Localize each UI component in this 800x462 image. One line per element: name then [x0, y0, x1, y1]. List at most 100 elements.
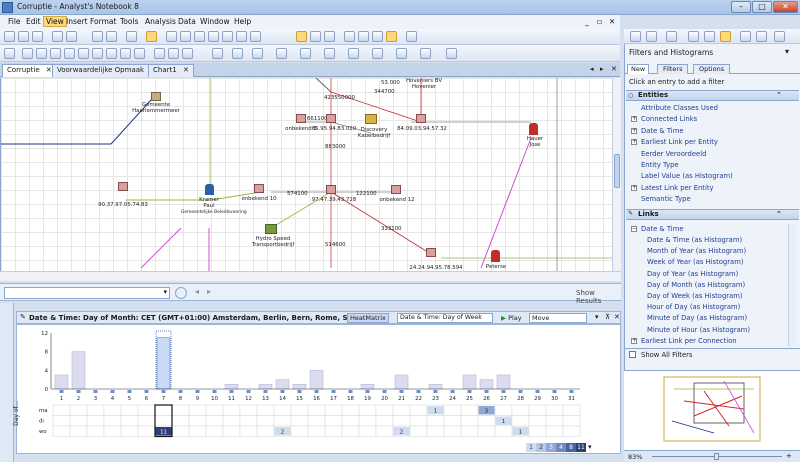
heat-cell[interactable] — [171, 404, 190, 416]
save-icon[interactable] — [32, 31, 43, 42]
truck-icon[interactable] — [265, 224, 277, 234]
tab-close-icon[interactable]: ✕ — [611, 65, 617, 73]
heat-cell[interactable] — [477, 415, 496, 427]
filter-entity-item[interactable]: Connected Links — [641, 115, 697, 123]
heat-cell[interactable] — [290, 425, 309, 437]
heat-cell[interactable] — [256, 404, 275, 416]
show-results-button[interactable]: Show Results — [576, 289, 621, 305]
heat-cell[interactable] — [205, 415, 224, 427]
heat-cell[interactable] — [154, 415, 173, 427]
computer-icon[interactable] — [296, 114, 306, 123]
heat-cell[interactable] — [443, 404, 462, 416]
heat-cell[interactable] — [528, 415, 547, 427]
tab-options[interactable]: Options — [693, 64, 731, 74]
filter-entity-item[interactable]: Date & Time — [641, 127, 684, 135]
collapse-icon[interactable]: ⌃ — [776, 91, 782, 99]
heat-cell[interactable] — [375, 404, 394, 416]
tab-chart1[interactable]: Chart1 ✕ — [148, 64, 194, 77]
circle-icon[interactable] — [22, 48, 33, 59]
histogram-bar[interactable] — [156, 337, 171, 390]
expand-icon[interactable]: + — [631, 139, 637, 146]
expand-icon[interactable]: + — [631, 127, 637, 134]
tab-voorwaardelijke-opmaak[interactable]: Voorwaardelijke Opmaak ✕ — [52, 64, 162, 77]
chevron-down-icon[interactable]: ▾ — [163, 288, 167, 296]
filter-entity-item[interactable]: Eerder Veroordeeld — [641, 150, 706, 158]
heat-cell[interactable] — [562, 425, 581, 437]
histogram-bar[interactable] — [394, 374, 409, 390]
theme-line-icon[interactable] — [50, 48, 61, 59]
filter-link-item[interactable]: Week of Year (as Histogram) — [647, 258, 743, 266]
heat-cell[interactable] — [460, 415, 479, 427]
filter-entity-item[interactable]: Attribute Classes Used — [641, 104, 718, 112]
person-icon[interactable] — [205, 184, 214, 195]
heat-cell[interactable] — [324, 425, 343, 437]
font-icon[interactable] — [420, 48, 431, 59]
heat-cell[interactable] — [494, 404, 513, 416]
cut-icon[interactable] — [126, 31, 137, 42]
histogram-bar[interactable] — [496, 374, 511, 390]
print-icon[interactable] — [52, 31, 63, 42]
align-left-icon[interactable] — [154, 48, 165, 59]
heat-cell[interactable] — [307, 404, 326, 416]
heat-cell[interactable] — [103, 415, 122, 427]
search-input[interactable]: ▾ — [4, 287, 170, 299]
entity-icon[interactable] — [4, 48, 15, 59]
heat-cell[interactable] — [86, 404, 105, 416]
funnel-icon[interactable] — [720, 31, 731, 42]
person-icon[interactable] — [529, 123, 538, 135]
computer-icon[interactable] — [118, 182, 128, 191]
histogram-bar[interactable] — [275, 379, 290, 390]
layout-icon[interactable] — [324, 31, 335, 42]
phone-icon[interactable] — [120, 48, 131, 59]
heat-cell[interactable] — [256, 415, 275, 427]
histogram-bar[interactable] — [54, 374, 69, 390]
filter-entity-item[interactable]: Latest Link per Entity — [641, 184, 714, 192]
shape-icon[interactable] — [252, 48, 263, 59]
event-frame-icon[interactable] — [64, 48, 75, 59]
open-icon[interactable] — [18, 31, 29, 42]
search-icon[interactable] — [175, 287, 187, 299]
heat-cell[interactable] — [239, 404, 258, 416]
heat-cell[interactable] — [188, 425, 207, 437]
heat-cell[interactable] — [137, 404, 156, 416]
collapse-icon[interactable]: ⌃ — [776, 210, 782, 218]
maximize-button[interactable]: □ — [752, 1, 772, 13]
overview-panel[interactable] — [624, 370, 800, 450]
filters-scrollbar[interactable] — [788, 224, 796, 346]
mode-select[interactable]: Move — [529, 313, 587, 323]
filter-link-item[interactable]: Date & Time (as Histogram) — [647, 236, 742, 244]
pen-icon[interactable] — [232, 48, 243, 59]
links-section-header[interactable]: ✎ Links ⌃ — [626, 209, 799, 220]
menu-file[interactable]: File — [8, 17, 21, 26]
app-icon[interactable] — [2, 2, 13, 13]
hide-icon[interactable] — [386, 31, 397, 42]
chart-icon[interactable] — [774, 31, 785, 42]
heat-cell[interactable] — [460, 404, 479, 416]
line-style-icon[interactable] — [300, 48, 311, 59]
heat-cell[interactable] — [273, 415, 292, 427]
zoom-width-icon[interactable] — [236, 31, 247, 42]
heat-cell[interactable] — [545, 415, 564, 427]
computer-icon[interactable] — [254, 184, 264, 193]
zoom-slider-thumb[interactable] — [714, 453, 719, 460]
filter-entity-item[interactable]: Label Value (as Histogram) — [641, 172, 733, 180]
heat-cell[interactable] — [528, 425, 547, 437]
histogram-bar[interactable] — [224, 384, 239, 390]
heat-cell[interactable] — [86, 425, 105, 437]
scroll-thumb[interactable] — [614, 154, 620, 188]
heat-cell[interactable] — [545, 404, 564, 416]
heat-cell[interactable] — [545, 425, 564, 437]
heat-cell[interactable] — [290, 415, 309, 427]
doc-close-button[interactable]: ✕ — [609, 17, 615, 26]
heat-cell[interactable] — [69, 425, 88, 437]
menu-view[interactable]: View — [43, 16, 67, 27]
filter-link-item[interactable]: Minute of Day (as Histogram) — [647, 314, 747, 322]
align-center-icon[interactable] — [168, 48, 179, 59]
zoom-selection-icon[interactable] — [208, 31, 219, 42]
heat-cell[interactable] — [409, 404, 428, 416]
axis-select[interactable]: Date & Time: Day of Week — [397, 313, 493, 323]
tree-icon[interactable] — [666, 31, 677, 42]
heat-cell[interactable] — [137, 425, 156, 437]
computer-icon[interactable] — [326, 114, 336, 123]
globe-icon[interactable] — [446, 48, 457, 59]
